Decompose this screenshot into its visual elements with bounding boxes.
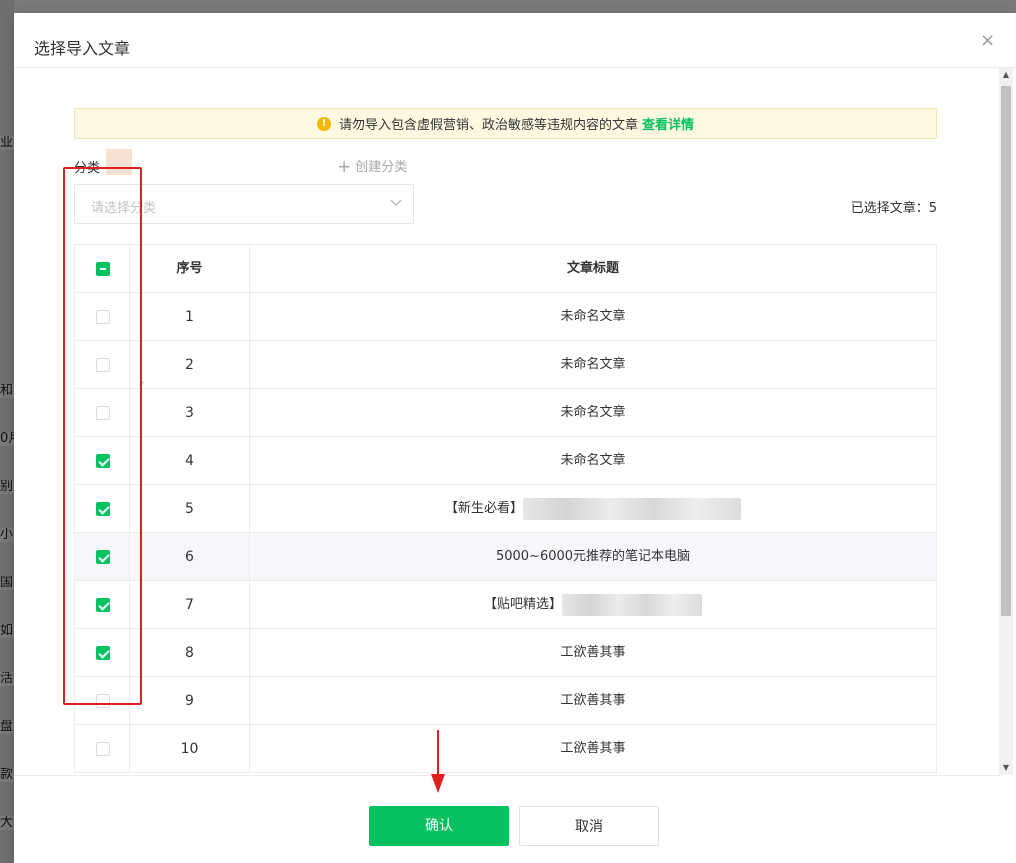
table-row[interactable]: 8 工欲善其事 bbox=[75, 629, 936, 677]
row-title-cell: 【新生必看】 bbox=[250, 485, 936, 533]
column-header-no: 序号 bbox=[130, 245, 250, 293]
background-text: 别 bbox=[0, 480, 14, 494]
background-top-bar bbox=[0, 0, 1016, 13]
article-table: 序号 文章标题 1 未命名文章 ✓ 2 未命名文章 3 未命名文章 4 未命名文章… bbox=[74, 244, 937, 774]
plus-icon: + bbox=[337, 157, 352, 177]
table-row[interactable]: 4 未命名文章 bbox=[75, 437, 936, 485]
select-all-checkbox[interactable] bbox=[96, 262, 110, 276]
blurred-region bbox=[562, 593, 702, 616]
row-title: 未命名文章 bbox=[560, 309, 626, 324]
background-text: 业务 bbox=[0, 136, 14, 150]
import-article-dialog: 选择导入文章 × ! 请勿导入包含虚假营销、政治敏感等违规内容的文章 查看详情 … bbox=[14, 13, 1016, 863]
row-title: 工欲善其事 bbox=[560, 741, 626, 756]
row-title: 【新生必看】 bbox=[444, 501, 523, 516]
row-checkbox[interactable] bbox=[96, 358, 110, 372]
table-row[interactable]: ✓ 2 未命名文章 bbox=[75, 341, 936, 390]
row-checkbox[interactable] bbox=[96, 550, 110, 564]
notice-text: 请勿导入包含虚假营销、政治敏感等违规内容的文章 bbox=[338, 118, 638, 133]
checkbox-cell bbox=[75, 485, 130, 533]
checkbox-cell bbox=[75, 629, 130, 677]
background-text: 国大 bbox=[0, 576, 14, 590]
checkbox-cell bbox=[75, 677, 130, 725]
row-checkbox[interactable] bbox=[96, 310, 110, 324]
background-text: 活 bbox=[0, 672, 14, 686]
column-header-title: 文章标题 bbox=[566, 261, 619, 276]
table-row[interactable]: 6 5000~6000元推荐的笔记本电脑 bbox=[75, 533, 936, 581]
table-row[interactable]: 5 【新生必看】 bbox=[75, 485, 936, 533]
row-checkbox[interactable] bbox=[96, 406, 110, 420]
row-no: 9 bbox=[130, 677, 250, 725]
row-checkbox[interactable] bbox=[96, 646, 110, 660]
table-header: 序号 文章标题 bbox=[75, 245, 936, 293]
close-icon[interactable]: × bbox=[980, 32, 996, 50]
create-category-label: 创建分类 bbox=[355, 160, 408, 175]
background-text: 款 bbox=[0, 768, 14, 782]
row-title: 未命名文章 bbox=[560, 453, 626, 468]
warning-notice: ! 请勿导入包含虚假营销、政治敏感等违规内容的文章 查看详情 bbox=[74, 108, 937, 139]
dialog-footer: 确认 取消 bbox=[14, 775, 1000, 863]
row-checkbox[interactable] bbox=[96, 502, 110, 516]
dialog-header: 选择导入文章 × bbox=[14, 13, 1016, 68]
header-checkbox-cell bbox=[75, 245, 130, 293]
background-text: 小企 bbox=[0, 528, 14, 542]
row-title: 工欲善其事 bbox=[560, 693, 626, 708]
row-no: 3 bbox=[130, 389, 250, 437]
row-title-cell: 【贴吧精选】 bbox=[250, 581, 936, 629]
checkbox-cell bbox=[75, 437, 130, 485]
row-title: 工欲善其事 bbox=[560, 645, 626, 660]
row-title: 未命名文章 bbox=[560, 405, 626, 420]
checkbox-cell bbox=[75, 293, 130, 341]
table-row[interactable]: 10 工欲善其事 bbox=[75, 725, 936, 773]
row-no: 7 bbox=[130, 581, 250, 629]
background-text: 0月 bbox=[0, 432, 14, 446]
row-no: 6 bbox=[130, 533, 250, 581]
create-category-button[interactable]: + 创建分类 bbox=[337, 156, 407, 177]
vertical-scrollbar[interactable]: ▲ ▼ bbox=[999, 68, 1013, 775]
row-no-value: 2 bbox=[185, 357, 194, 373]
checkbox-cell bbox=[75, 725, 130, 773]
background-text: 和 bbox=[0, 384, 14, 398]
row-no: ✓ 2 bbox=[130, 341, 250, 390]
table-row[interactable]: 3 未命名文章 bbox=[75, 389, 936, 437]
dialog-title: 选择导入文章 bbox=[34, 39, 131, 58]
row-no: 1 bbox=[130, 293, 250, 341]
checkbox-cell bbox=[75, 581, 130, 629]
row-checkbox[interactable] bbox=[96, 598, 110, 612]
selected-count: 已选择文章：5 bbox=[850, 201, 937, 216]
table-row[interactable]: 7 【贴吧精选】 bbox=[75, 581, 936, 629]
checkbox-cell bbox=[75, 341, 130, 389]
row-no: 10 bbox=[130, 725, 250, 773]
row-checkbox[interactable] bbox=[96, 454, 110, 468]
warning-icon: ! bbox=[316, 116, 331, 131]
row-no: 5 bbox=[130, 485, 250, 533]
background-text: 如 bbox=[0, 624, 14, 638]
category-select[interactable]: 请选择分类 bbox=[74, 184, 414, 224]
blurred-region bbox=[523, 497, 741, 520]
blurred-region bbox=[106, 149, 132, 175]
row-checkbox[interactable] bbox=[96, 694, 110, 708]
row-no: 4 bbox=[130, 437, 250, 485]
table-row[interactable]: 9 工欲善其事 bbox=[75, 677, 936, 725]
confirm-button[interactable]: 确认 bbox=[369, 806, 509, 846]
checkbox-cell bbox=[75, 533, 130, 581]
background-text: 大 bbox=[0, 816, 14, 830]
scroll-down-arrow-icon[interactable]: ▼ bbox=[999, 761, 1013, 775]
category-label: 分类 bbox=[74, 161, 101, 176]
row-checkbox[interactable] bbox=[96, 742, 110, 756]
scroll-up-arrow-icon[interactable]: ▲ bbox=[999, 68, 1013, 82]
row-title: 【贴吧精选】 bbox=[483, 597, 562, 612]
background-text: 盘点 bbox=[0, 720, 14, 734]
row-title: 5000~6000元推荐的笔记本电脑 bbox=[495, 549, 691, 564]
category-select-placeholder: 请选择分类 bbox=[91, 201, 157, 216]
scrollbar-thumb[interactable] bbox=[1001, 86, 1011, 616]
table-row[interactable]: 1 未命名文章 bbox=[75, 293, 936, 341]
chevron-down-icon bbox=[390, 199, 402, 206]
view-details-link[interactable]: 查看详情 bbox=[642, 114, 694, 133]
background-page: 业务 和 0月 别 小企 国大 如 活 盘点 款 大 bbox=[0, 0, 14, 863]
checkbox-cell bbox=[75, 389, 130, 437]
cancel-button[interactable]: 取消 bbox=[519, 806, 659, 846]
row-title: 未命名文章 bbox=[560, 357, 626, 372]
row-no: 8 bbox=[130, 629, 250, 677]
